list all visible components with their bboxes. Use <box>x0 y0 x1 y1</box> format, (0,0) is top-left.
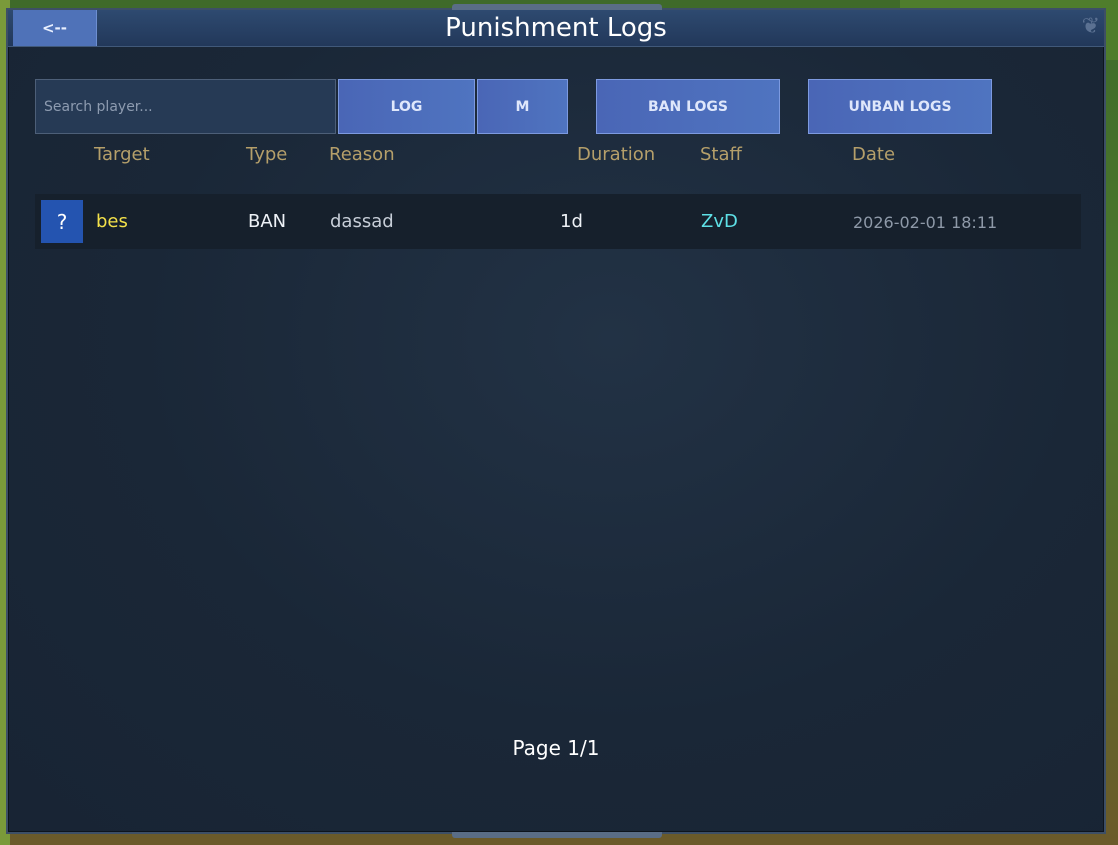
cell-duration: 1d <box>560 211 583 232</box>
punishment-logs-window: <-- Punishment Logs ❦ LOG M BAN LOGS UNB… <box>6 4 1106 838</box>
title-bar: <-- Punishment Logs ❦ <box>8 10 1104 47</box>
table-row[interactable]: ? bes BAN dassad 1d ZvD 2026-02-01 18:11 <box>35 194 1081 249</box>
header-target: Target <box>94 144 150 165</box>
header-duration: Duration <box>577 144 656 165</box>
unban-logs-button[interactable]: UNBAN LOGS <box>808 79 992 134</box>
cell-type: BAN <box>248 211 287 232</box>
window-title: Punishment Logs <box>445 13 667 43</box>
m-button[interactable]: M <box>477 79 568 134</box>
cell-date: 2026-02-01 18:11 <box>853 213 998 232</box>
header-type: Type <box>246 144 288 165</box>
log-button[interactable]: LOG <box>338 79 475 134</box>
header-staff: Staff <box>700 144 742 165</box>
page-indicator: Page 1/1 <box>512 736 600 760</box>
cell-target: bes <box>96 211 128 232</box>
avatar: ? <box>41 200 83 243</box>
cell-staff: ZvD <box>701 211 738 232</box>
bottom-notch-decoration <box>452 832 662 838</box>
ban-logs-button[interactable]: BAN LOGS <box>596 79 780 134</box>
header-date: Date <box>852 144 896 165</box>
corner-ornament-icon: ❦ <box>1081 14 1100 39</box>
cell-reason: dassad <box>330 211 394 232</box>
search-player-input[interactable] <box>35 79 336 134</box>
header-reason: Reason <box>329 144 395 165</box>
